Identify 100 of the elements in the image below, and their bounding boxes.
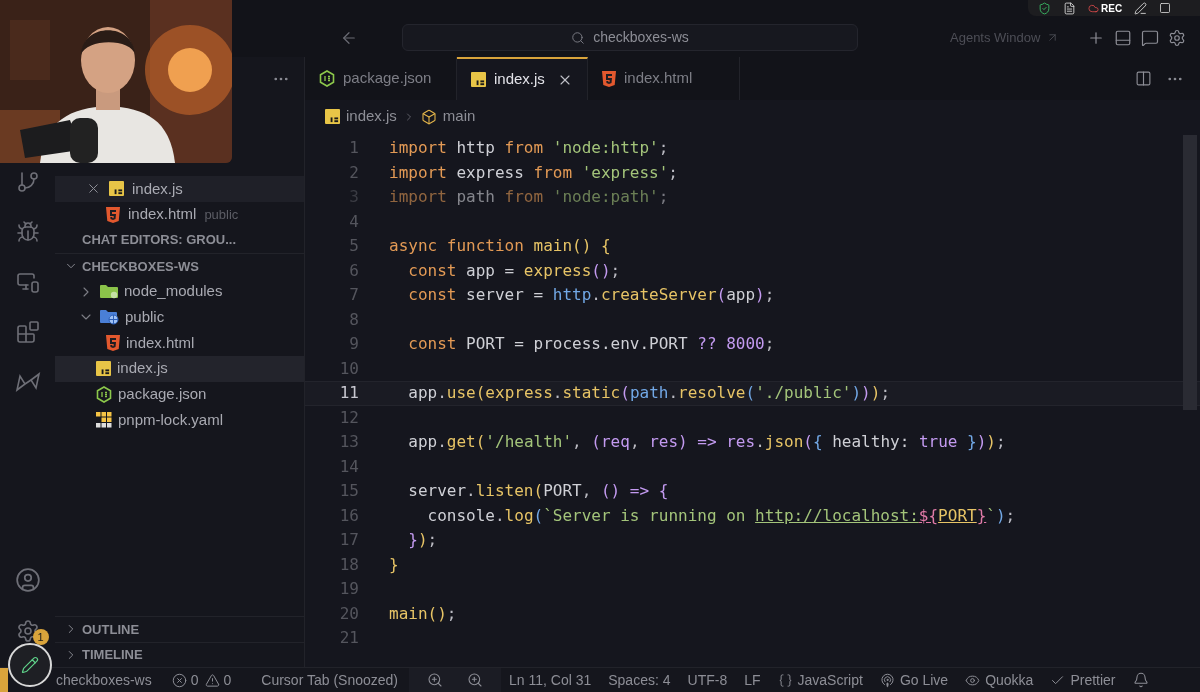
open-editor-item[interactable]: index.html public bbox=[55, 201, 304, 228]
cube-icon bbox=[420, 108, 437, 125]
line-number: 1 bbox=[348, 137, 359, 160]
run-debug-icon[interactable] bbox=[15, 220, 40, 244]
line-number: 8 bbox=[348, 308, 359, 331]
status-item[interactable]: Go Live bbox=[879, 669, 949, 691]
square-icon bbox=[1159, 2, 1172, 14]
error-icon bbox=[171, 672, 187, 688]
bell-icon[interactable] bbox=[1132, 672, 1149, 688]
zoom-in-icon[interactable] bbox=[427, 672, 443, 688]
panel-header[interactable]: OUTLINE bbox=[55, 616, 304, 642]
pnpm-file-icon bbox=[96, 412, 112, 429]
folder-description: public bbox=[204, 205, 239, 224]
line-number: 5 bbox=[348, 235, 359, 258]
node-file-icon bbox=[319, 70, 335, 87]
code-line: const app = express(); bbox=[407, 259, 621, 282]
line-number: 9 bbox=[348, 333, 359, 356]
web-folder-icon bbox=[100, 309, 119, 326]
html-file-icon bbox=[106, 334, 120, 351]
html-file-icon bbox=[106, 206, 120, 223]
code-line: server.listen(PORT, () => { bbox=[407, 480, 669, 503]
recording-label: REC bbox=[1101, 1, 1123, 16]
problems-indicator[interactable]: 0 0 bbox=[171, 669, 232, 691]
code-line: const server = http.createServer(app); bbox=[407, 284, 775, 307]
code-line: app.get('/health', (req, res) => res.json({ healthy: true })); bbox=[407, 431, 1006, 454]
line-number: 16 bbox=[338, 504, 359, 527]
line-number: 15 bbox=[338, 480, 359, 503]
eye-icon bbox=[965, 672, 981, 688]
file-tree-item[interactable]: pnpm-lock.yaml bbox=[55, 407, 304, 433]
line-number: 17 bbox=[338, 529, 359, 552]
line-number: 2 bbox=[348, 161, 359, 184]
open-editor-item[interactable]: index.js bbox=[55, 176, 304, 202]
code-line: import http from 'node:http'; bbox=[389, 137, 669, 160]
line-number: 7 bbox=[348, 284, 359, 307]
status-item[interactable]: Ln 11, Col 31 bbox=[509, 669, 592, 691]
code-line: console.log(`Server is running on http://localhost:${PORT}`); bbox=[426, 504, 1016, 527]
editor-tab[interactable]: index.js bbox=[457, 57, 588, 100]
settings-icon[interactable] bbox=[1168, 28, 1186, 47]
document-icon bbox=[1063, 1, 1076, 15]
file-tree-item[interactable]: package.json bbox=[55, 381, 304, 408]
folder-icon bbox=[100, 284, 118, 300]
line-number: 12 bbox=[338, 406, 359, 429]
code-line: app.use(express.static(path.resolve('./public'))); bbox=[407, 382, 890, 405]
line-number: 20 bbox=[338, 602, 359, 625]
line-number: 11 bbox=[338, 382, 359, 405]
source-control-icon[interactable] bbox=[15, 170, 40, 194]
line-number: 4 bbox=[348, 210, 359, 233]
file-tree-item[interactable]: index.js bbox=[55, 355, 304, 382]
section-header: CHAT EDITORS: GROU... bbox=[82, 231, 237, 250]
zoom-in-icon[interactable] bbox=[467, 672, 483, 688]
code-line: } bbox=[389, 553, 399, 576]
node-file-icon bbox=[96, 385, 112, 403]
file-tree-item[interactable]: node_modules bbox=[55, 278, 304, 305]
status-item[interactable]: UTF-8 bbox=[687, 669, 728, 691]
remote-explorer-icon[interactable] bbox=[15, 270, 40, 294]
shield-icon bbox=[1038, 1, 1051, 15]
line-number: 13 bbox=[338, 431, 359, 454]
search-field[interactable]: checkboxes-ws bbox=[402, 24, 858, 51]
settings-icon[interactable] bbox=[15, 619, 40, 643]
search-icon bbox=[571, 30, 586, 45]
editor-tab[interactable]: index.html bbox=[588, 57, 740, 100]
bow-tie-icon[interactable] bbox=[14, 370, 41, 394]
explorer-header[interactable]: CHECKBOXES-WS bbox=[55, 253, 304, 279]
code-line: main(); bbox=[389, 602, 457, 625]
js-file-icon bbox=[325, 109, 340, 124]
line-number: 6 bbox=[348, 259, 359, 282]
code-line: import express from 'express'; bbox=[389, 161, 678, 184]
cloud-icon bbox=[1088, 2, 1099, 14]
status-item[interactable]: Quokka bbox=[965, 669, 1034, 691]
chat-icon[interactable] bbox=[1141, 28, 1159, 47]
pen-icon bbox=[1134, 1, 1148, 15]
status-item[interactable]: Prettier bbox=[1050, 669, 1116, 691]
breadcrumb-item[interactable]: main bbox=[420, 105, 476, 128]
extensions-icon[interactable] bbox=[15, 320, 40, 344]
pencil-icon bbox=[21, 656, 39, 674]
file-tree-item[interactable]: public bbox=[55, 304, 304, 331]
panel-layout-icon[interactable] bbox=[1114, 28, 1132, 47]
js-file-icon bbox=[471, 72, 486, 87]
split-editor-icon[interactable] bbox=[1135, 70, 1152, 87]
status-item[interactable]: Spaces: 4 bbox=[608, 669, 671, 691]
line-number: 18 bbox=[338, 553, 359, 576]
js-file-icon bbox=[109, 181, 124, 197]
html-file-icon bbox=[602, 70, 616, 87]
warning-icon bbox=[204, 672, 220, 688]
file-tree-item[interactable]: index.html bbox=[55, 330, 304, 356]
code-line: }); bbox=[407, 529, 438, 552]
cursor-tab-status[interactable]: Cursor Tab (Snoozed) bbox=[261, 669, 398, 691]
line-number: 14 bbox=[338, 455, 359, 478]
status-item[interactable]: JavaScript bbox=[777, 669, 863, 691]
code-line: async function main() { bbox=[389, 235, 611, 258]
line-number: 10 bbox=[338, 357, 359, 380]
code-line: const PORT = process.env.PORT ?? 8000; bbox=[407, 333, 775, 356]
breadcrumb-item[interactable]: index.js bbox=[325, 105, 397, 128]
code-line: import path from 'node:path'; bbox=[389, 186, 669, 209]
line-number: 19 bbox=[338, 578, 359, 601]
braces-icon bbox=[777, 672, 793, 688]
account-icon[interactable] bbox=[14, 567, 41, 593]
workspace-name[interactable]: checkboxes-ws bbox=[56, 669, 152, 691]
status-item[interactable]: LF bbox=[744, 669, 761, 691]
line-number: 21 bbox=[338, 627, 359, 650]
